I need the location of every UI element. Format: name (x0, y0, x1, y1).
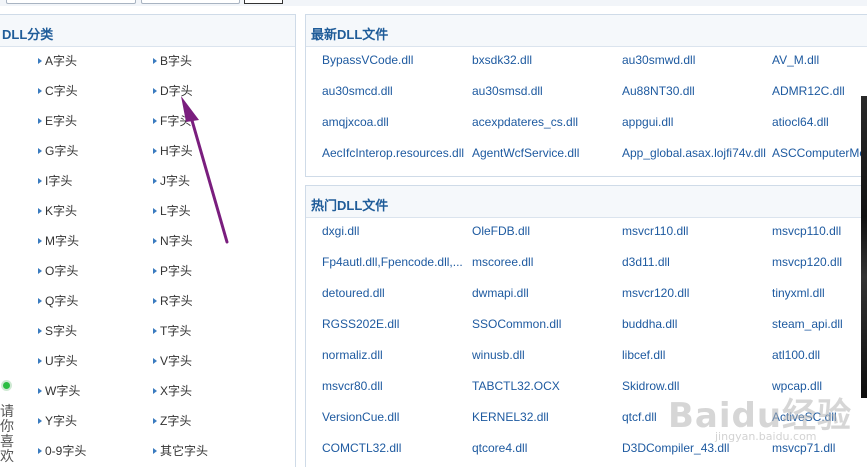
dll-file-link[interactable]: libcef.dll (622, 347, 770, 363)
dll-file-link[interactable]: msvcr80.dll (322, 378, 468, 394)
dll-file-link[interactable]: dxgi.dll (322, 223, 468, 239)
letter-link[interactable]: J字头 (151, 172, 190, 190)
dll-file-link[interactable]: SSOCommon.dll (472, 316, 618, 332)
dll-file-link[interactable]: detoured.dll (322, 285, 468, 301)
latest-dll-header: 最新DLL文件 (306, 15, 867, 47)
dll-file-link[interactable]: msvcp120.dll (772, 254, 867, 270)
dll-file-link[interactable]: d3d11.dll (622, 254, 770, 270)
dll-file-link[interactable]: msvcp71.dll (772, 440, 867, 456)
dll-file-link[interactable]: Skidrow.dll (622, 378, 770, 394)
letter-link[interactable]: F字头 (151, 112, 191, 130)
dll-file-link[interactable]: App_global.asax.lojfi74v.dll (622, 145, 770, 161)
dll-file-link[interactable]: qtcore4.dll (472, 440, 618, 456)
dll-file-link[interactable]: buddha.dll (622, 316, 770, 332)
dll-file-link[interactable]: au30smsd.dll (472, 83, 618, 99)
letter-link[interactable]: O字头 (36, 262, 78, 280)
dll-file-link[interactable]: wpcap.dll (772, 378, 867, 394)
letter-link[interactable]: E字头 (36, 112, 77, 130)
dll-file-link[interactable]: msvcr110.dll (622, 223, 770, 239)
dll-file-link[interactable]: atl100.dll (772, 347, 867, 363)
dll-file-link[interactable]: bxsdk32.dll (472, 52, 618, 68)
dll-file-link[interactable]: winusb.dll (472, 347, 618, 363)
latest-dll-title: 最新DLL文件 (311, 27, 389, 42)
online-status-icon[interactable] (1, 380, 12, 391)
dll-file-link[interactable]: VersionCue.dll (322, 409, 468, 425)
dll-category-title: DLL分类 (2, 27, 54, 42)
letter-link[interactable]: R字头 (151, 292, 193, 310)
dll-category-panel: DLL分类 A字头 B字头 C字头 D字头 E字头 F字头 G字头 H字头 I字头 J字头 K字头 L… (0, 14, 296, 467)
dll-file-link[interactable]: qtcf.dll (622, 409, 770, 425)
dll-file-link[interactable]: au30smwd.dll (622, 52, 770, 68)
dll-file-link[interactable]: AecIfcInterop.resources.dll (322, 145, 468, 161)
dll-file-link[interactable]: D3DCompiler_43.dll (622, 440, 770, 456)
dll-file-link[interactable]: appgui.dll (622, 114, 770, 130)
letter-link[interactable]: C字头 (36, 82, 78, 100)
letter-link[interactable]: D字头 (151, 82, 193, 100)
popular-dll-title: 热门DLL文件 (311, 198, 389, 213)
dll-file-link[interactable]: steam_api.dll (772, 316, 867, 332)
letter-link[interactable]: T字头 (151, 322, 191, 340)
dll-file-link[interactable]: normaliz.dll (322, 347, 468, 363)
dll-file-link[interactable]: acexpdateres_cs.dll (472, 114, 618, 130)
dll-file-link[interactable]: KERNEL32.dll (472, 409, 618, 425)
dll-file-link[interactable]: atiocl64.dll (772, 114, 867, 130)
dll-file-link[interactable]: tinyxml.dll (772, 285, 867, 301)
letter-link[interactable]: U字头 (36, 352, 78, 370)
dll-file-link[interactable]: mscoree.dll (472, 254, 618, 270)
popular-dll-header: 热门DLL文件 (306, 186, 867, 218)
dll-file-link[interactable]: msvcr120.dll (622, 285, 770, 301)
letter-link[interactable]: L字头 (151, 202, 191, 220)
side-ad-banner[interactable] (861, 96, 867, 398)
dll-file-link[interactable]: au30smcd.dll (322, 83, 468, 99)
letter-link[interactable]: Z字头 (151, 412, 191, 430)
dll-category-header: DLL分类 (0, 15, 295, 47)
letter-link[interactable]: S字头 (36, 322, 77, 340)
dll-file-link[interactable]: ASCComputerMe (772, 145, 867, 161)
letter-link[interactable]: Y字头 (36, 412, 77, 430)
letter-link[interactable]: B字头 (151, 52, 192, 70)
dll-file-link[interactable]: BypassVCode.dll (322, 52, 468, 68)
letter-link[interactable]: I字头 (36, 172, 72, 190)
letter-link[interactable]: M字头 (36, 232, 79, 250)
letter-link[interactable]: N字头 (151, 232, 193, 250)
letter-link[interactable]: 0-9字头 (36, 442, 86, 460)
letter-link[interactable]: G字头 (36, 142, 78, 160)
dll-file-link[interactable]: ADMR12C.dll (772, 83, 867, 99)
dll-file-link[interactable]: Au88NT30.dll (622, 83, 770, 99)
letter-link[interactable]: K字头 (36, 202, 77, 220)
dll-file-link[interactable]: ActiveSC.dll (772, 409, 867, 425)
dll-file-link[interactable]: amqjxcoa.dll (322, 114, 468, 130)
dll-file-link[interactable]: RGSS202E.dll (322, 316, 468, 332)
dll-file-link[interactable]: msvcp110.dll (772, 223, 867, 239)
letter-link[interactable]: V字头 (151, 352, 192, 370)
letter-link[interactable]: H字头 (151, 142, 193, 160)
dll-file-link[interactable]: Fp4autl.dll,Fpencode.dll,... (322, 254, 468, 270)
popular-dll-panel: 热门DLL文件 dxgi.dll OleFDB.dll msvcr110.dll ms… (305, 185, 867, 467)
letter-link[interactable]: W字头 (36, 382, 80, 400)
letter-link[interactable]: A字头 (36, 52, 77, 70)
latest-dll-panel: 最新DLL文件 BypassVCode.dll bxsdk32.dll au30sm… (305, 14, 867, 177)
dll-file-link[interactable]: AgentWcfService.dll (472, 145, 618, 161)
letter-link[interactable]: 其它字头 (151, 442, 208, 460)
letter-link[interactable]: P字头 (151, 262, 192, 280)
dll-file-link[interactable]: COMCTL32.dll (322, 440, 468, 456)
search-button[interactable] (244, 0, 283, 4)
dll-file-link[interactable]: TABCTL32.OCX (472, 378, 618, 394)
letter-link[interactable]: X字头 (151, 382, 192, 400)
letter-link[interactable]: Q字头 (36, 292, 78, 310)
dll-file-link[interactable]: OleFDB.dll (472, 223, 618, 239)
dll-file-link[interactable]: dwmapi.dll (472, 285, 618, 301)
dll-file-link[interactable]: AV_M.dll (772, 52, 867, 68)
side-widget-label[interactable]: 请你喜欢 (0, 404, 14, 464)
search-input[interactable] (6, 0, 136, 4)
search-type-select[interactable] (141, 0, 240, 4)
